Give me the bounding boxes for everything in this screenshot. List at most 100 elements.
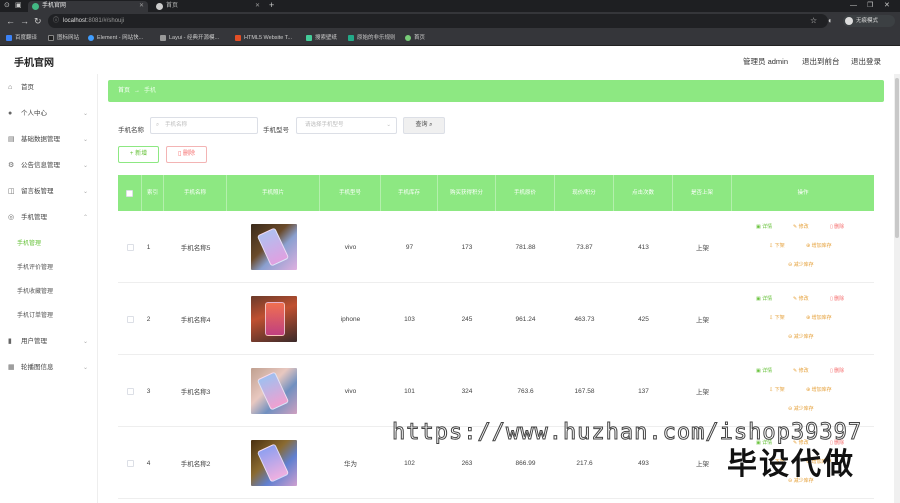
reduce-stock-button[interactable]: ⊖ 减少库存 [788, 405, 814, 412]
bookmark[interactable]: HTML5 Website T... [235, 33, 292, 43]
sidebar-item-messages[interactable]: ◫ 留言板管理 ⌄ [0, 182, 98, 202]
row-now: 463.73 [574, 315, 595, 323]
add-stock-button[interactable]: ⊕ 增加库存 [806, 242, 832, 249]
edit-button[interactable]: ✎ 修改 [793, 367, 809, 374]
row-select[interactable] [118, 211, 142, 283]
name-filter-input[interactable]: ⌕ 手机名称 [150, 117, 258, 134]
back-front-link[interactable]: 退出到前台 [802, 56, 840, 67]
delete-button[interactable]: ▯ 删除 [166, 146, 207, 163]
detail-button[interactable]: ▣ 详情 [756, 295, 772, 302]
bookmark-label: HTML5 Website T... [244, 35, 293, 41]
bookmark[interactable]: Element - 网站快... [88, 33, 143, 43]
sidebar-item-notice[interactable]: ⚙ 公告信息管理 ⌄ [0, 156, 98, 176]
bookmark[interactable]: Layui - 经典开源模... [160, 33, 219, 43]
reload-icon[interactable]: ↻ [34, 15, 42, 27]
window-menu-icon[interactable]: ⊙ [4, 0, 10, 11]
reduce-stock-button[interactable]: ⊖ 减少库存 [788, 333, 814, 340]
phone-screen [256, 443, 289, 483]
checkbox[interactable] [126, 387, 134, 395]
remove-button[interactable]: ▯ 删除 [830, 367, 844, 374]
reduce-stock-button[interactable]: ⊖ 减少库存 [788, 261, 814, 268]
row-price: 781.88 [515, 243, 536, 251]
close-icon[interactable]: ✕ [139, 1, 144, 11]
sidebar-item-users[interactable]: ▮ 用户管理 ⌄ [0, 332, 98, 352]
remove-button[interactable]: ▯ 删除 [830, 295, 844, 302]
type-filter-select[interactable]: 请选择手机型号 ⌄ [296, 117, 397, 134]
forward-icon[interactable]: → [20, 15, 29, 27]
bookmark[interactable]: 搜索壁纸 [306, 33, 337, 43]
stock-label: 增加库存 [811, 243, 832, 249]
header-cell: 操作 [797, 190, 809, 196]
profile-button[interactable]: 无痕模式 [843, 15, 895, 27]
row-photo [227, 211, 320, 283]
sidebar-sub-phone-order[interactable]: 手机订单管理 [0, 306, 98, 326]
plus-icon: ⊕ [806, 243, 811, 249]
row-status: 上架 [696, 317, 709, 324]
phone-screen [264, 302, 285, 336]
trash-icon: ▯ [830, 224, 833, 230]
logout-link[interactable]: 退出登录 [851, 56, 881, 67]
row-price: 763.6 [517, 387, 534, 395]
sidebar-item-phones[interactable]: ◎ 手机管理 ⌃ [0, 208, 98, 228]
checkbox[interactable] [126, 459, 134, 467]
sidebar-item-profile[interactable]: ● 个人中心 ⌄ [0, 104, 98, 124]
tab-active[interactable]: 手机官网 ✕ [28, 1, 148, 12]
search-button[interactable]: 查询 ⌕ [403, 117, 445, 134]
checkbox[interactable] [126, 189, 133, 197]
off-shelf-button[interactable]: ⇩ 下架 [769, 386, 785, 393]
off-shelf-button[interactable]: ⇩ 下架 [769, 314, 785, 321]
row-status: 上架 [696, 245, 709, 252]
delete-button-label: 删除 [182, 151, 195, 157]
window-close-icon[interactable]: ✕ [884, 0, 890, 11]
minimize-icon[interactable]: — [850, 0, 857, 11]
sidebar-item-carousel[interactable]: ▦ 轮播图信息 ⌄ [0, 358, 98, 378]
tab-inactive[interactable]: 首页 ✕ [152, 1, 264, 12]
bookmark[interactable]: 百度翻译 [6, 33, 37, 43]
row-stock: 97 [405, 243, 414, 251]
bookmark[interactable]: 首页 [405, 33, 425, 43]
row-select[interactable] [118, 355, 142, 427]
header-select-all[interactable] [118, 175, 142, 211]
scrollbar-thumb[interactable] [895, 78, 899, 238]
close-icon[interactable]: ✕ [255, 1, 260, 11]
address-row: ← → ↻ ⓘ localhost:8081/#/shouji ☆ ◐ 无痕模式 [0, 12, 900, 30]
checkbox[interactable] [126, 243, 134, 251]
row-select[interactable] [118, 427, 142, 499]
row-select[interactable] [118, 283, 142, 355]
bookmark[interactable]: 原始的非乐规则 [348, 33, 396, 43]
info-icon[interactable]: ⓘ [53, 14, 59, 28]
breadcrumb-home[interactable]: 首页 [118, 88, 130, 94]
add-stock-button[interactable]: ⊕ 增加库存 [806, 314, 832, 321]
detail-button[interactable]: ▣ 详情 [756, 367, 772, 374]
sidebar-item-basedata[interactable]: ▤ 基础数据管理 ⌄ [0, 130, 98, 150]
restore-icon[interactable]: ❐ [867, 0, 873, 11]
edit-button[interactable]: ✎ 修改 [793, 223, 809, 230]
star-icon[interactable]: ☆ [810, 15, 817, 27]
edit-button[interactable]: ✎ 修改 [793, 295, 809, 302]
address-bar[interactable]: ⓘ localhost:8081/#/shouji [48, 14, 828, 28]
bookmark-icon [348, 35, 354, 41]
brand-title: 手机官网 [14, 58, 54, 69]
extension-icon[interactable]: ◐ [828, 15, 833, 27]
tab-list-icon[interactable]: ▣ [15, 0, 22, 11]
sidebar-item-home[interactable]: ⌂ 首页 [0, 78, 98, 98]
name-filter-label: 手机名称 [118, 127, 144, 134]
checkbox[interactable] [126, 315, 134, 323]
sidebar-sub-phone-manage[interactable]: 手机管理 [0, 234, 98, 254]
bookmark[interactable]: 图标网站 [48, 33, 79, 43]
off-label: 下架 [774, 243, 785, 249]
detail-button[interactable]: ▣ 详情 [756, 223, 772, 230]
row-type: vivo [344, 387, 357, 395]
add-stock-button[interactable]: ⊕ 增加库存 [806, 386, 832, 393]
new-tab-icon[interactable]: + [269, 0, 274, 11]
off-label: 下架 [774, 387, 785, 393]
remove-label: 删除 [834, 368, 845, 374]
back-icon[interactable]: ← [6, 15, 15, 27]
remove-button[interactable]: ▯ 删除 [830, 223, 844, 230]
sidebar-sub-phone-favorite[interactable]: 手机收藏管理 [0, 282, 98, 302]
add-button[interactable]: + 新增 [118, 146, 159, 163]
off-shelf-button[interactable]: ⇩ 下架 [769, 242, 785, 249]
detail-label: 详情 [762, 224, 773, 230]
sidebar-sub-phone-review[interactable]: 手机评价管理 [0, 258, 98, 278]
app: 手机官网 管理员 admin 退出到前台 退出登录 ⌂ 首页 ● 个人中心 ⌄ ▤ 基础… [0, 46, 900, 503]
